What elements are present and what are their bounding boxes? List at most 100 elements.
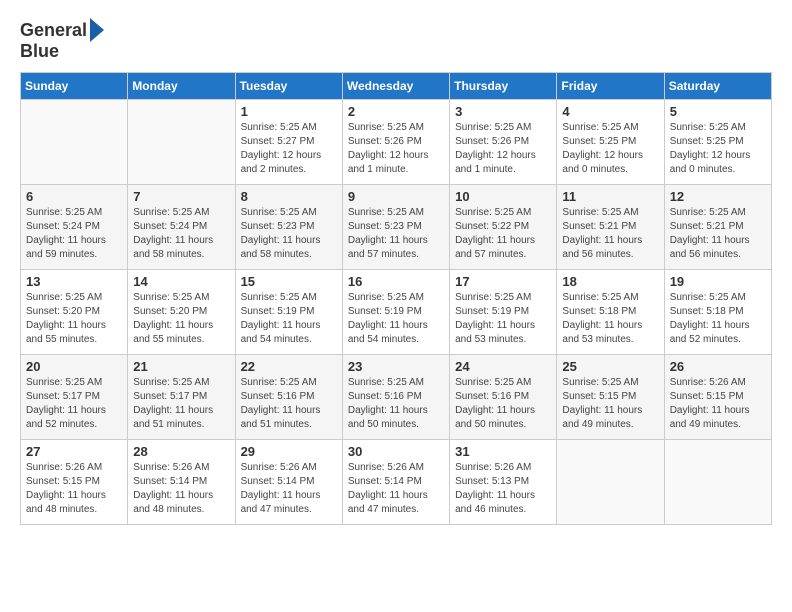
day-number: 23 bbox=[348, 359, 444, 374]
day-number: 12 bbox=[670, 189, 766, 204]
calendar-cell: 11 Sunrise: 5:25 AMSunset: 5:21 PMDayligh… bbox=[557, 184, 664, 269]
day-info: Sunrise: 5:25 AMSunset: 5:26 PMDaylight:… bbox=[348, 121, 444, 177]
logo-text-blue: Blue bbox=[20, 42, 104, 62]
day-info: Sunrise: 5:25 AMSunset: 5:19 PMDaylight:… bbox=[241, 291, 337, 347]
day-info: Sunrise: 5:25 AMSunset: 5:25 PMDaylight:… bbox=[670, 121, 766, 177]
calendar-cell: 9 Sunrise: 5:25 AMSunset: 5:23 PMDaylight… bbox=[342, 184, 449, 269]
calendar-cell bbox=[21, 99, 128, 184]
day-number: 9 bbox=[348, 189, 444, 204]
day-number: 4 bbox=[562, 104, 658, 119]
calendar-cell: 8 Sunrise: 5:25 AMSunset: 5:23 PMDaylight… bbox=[235, 184, 342, 269]
day-number: 6 bbox=[26, 189, 122, 204]
day-info: Sunrise: 5:25 AMSunset: 5:17 PMDaylight:… bbox=[133, 376, 229, 432]
day-number: 2 bbox=[348, 104, 444, 119]
day-number: 18 bbox=[562, 274, 658, 289]
day-info: Sunrise: 5:25 AMSunset: 5:24 PMDaylight:… bbox=[26, 206, 122, 262]
day-info: Sunrise: 5:26 AMSunset: 5:14 PMDaylight:… bbox=[133, 461, 229, 517]
logo: General Blue bbox=[20, 20, 104, 62]
day-number: 21 bbox=[133, 359, 229, 374]
day-info: Sunrise: 5:25 AMSunset: 5:19 PMDaylight:… bbox=[455, 291, 551, 347]
day-info: Sunrise: 5:25 AMSunset: 5:18 PMDaylight:… bbox=[562, 291, 658, 347]
day-number: 29 bbox=[241, 444, 337, 459]
calendar-cell: 7Sunrise: 5:25 AMSunset: 5:24 PMDaylight… bbox=[128, 184, 235, 269]
day-info: Sunrise: 5:26 AMSunset: 5:14 PMDaylight:… bbox=[348, 461, 444, 517]
day-number: 22 bbox=[241, 359, 337, 374]
day-info: Sunrise: 5:25 AMSunset: 5:19 PMDaylight:… bbox=[348, 291, 444, 347]
calendar-cell bbox=[128, 99, 235, 184]
header-wednesday: Wednesday bbox=[342, 72, 449, 99]
calendar-cell: 15Sunrise: 5:25 AMSunset: 5:19 PMDayligh… bbox=[235, 269, 342, 354]
day-number: 14 bbox=[133, 274, 229, 289]
calendar-cell: 12 Sunrise: 5:25 AMSunset: 5:21 PMDayligh… bbox=[664, 184, 771, 269]
header-tuesday: Tuesday bbox=[235, 72, 342, 99]
day-number: 25 bbox=[562, 359, 658, 374]
calendar-cell: 14 Sunrise: 5:25 AMSunset: 5:20 PMDayligh… bbox=[128, 269, 235, 354]
day-info: Sunrise: 5:26 AMSunset: 5:13 PMDaylight:… bbox=[455, 461, 551, 517]
day-number: 24 bbox=[455, 359, 551, 374]
calendar-cell: 20Sunrise: 5:25 AMSunset: 5:17 PMDayligh… bbox=[21, 354, 128, 439]
day-number: 8 bbox=[241, 189, 337, 204]
day-info: Sunrise: 5:25 AMSunset: 5:16 PMDaylight:… bbox=[455, 376, 551, 432]
day-number: 1 bbox=[241, 104, 337, 119]
header-monday: Monday bbox=[128, 72, 235, 99]
logo-arrow-icon bbox=[90, 18, 104, 42]
day-info: Sunrise: 5:25 AMSunset: 5:16 PMDaylight:… bbox=[348, 376, 444, 432]
calendar-cell: 30Sunrise: 5:26 AMSunset: 5:14 PMDayligh… bbox=[342, 439, 449, 524]
day-info: Sunrise: 5:25 AMSunset: 5:23 PMDaylight:… bbox=[348, 206, 444, 262]
day-number: 19 bbox=[670, 274, 766, 289]
day-info: Sunrise: 5:25 AMSunset: 5:23 PMDaylight:… bbox=[241, 206, 337, 262]
day-info: Sunrise: 5:25 AMSunset: 5:26 PMDaylight:… bbox=[455, 121, 551, 177]
header-friday: Friday bbox=[557, 72, 664, 99]
day-info: Sunrise: 5:26 AMSunset: 5:14 PMDaylight:… bbox=[241, 461, 337, 517]
day-number: 11 bbox=[562, 189, 658, 204]
day-number: 28 bbox=[133, 444, 229, 459]
day-info: Sunrise: 5:25 AMSunset: 5:20 PMDaylight:… bbox=[133, 291, 229, 347]
calendar-cell: 10Sunrise: 5:25 AMSunset: 5:22 PMDayligh… bbox=[450, 184, 557, 269]
day-info: Sunrise: 5:25 AMSunset: 5:18 PMDaylight:… bbox=[670, 291, 766, 347]
calendar-cell: 22 Sunrise: 5:25 AMSunset: 5:16 PMDayligh… bbox=[235, 354, 342, 439]
day-number: 3 bbox=[455, 104, 551, 119]
day-number: 7 bbox=[133, 189, 229, 204]
day-info: Sunrise: 5:25 AMSunset: 5:15 PMDaylight:… bbox=[562, 376, 658, 432]
day-info: Sunrise: 5:25 AMSunset: 5:21 PMDaylight:… bbox=[562, 206, 658, 262]
calendar-cell: 29 Sunrise: 5:26 AMSunset: 5:14 PMDayligh… bbox=[235, 439, 342, 524]
calendar-cell: 13 Sunrise: 5:25 AMSunset: 5:20 PMDayligh… bbox=[21, 269, 128, 354]
day-info: Sunrise: 5:25 AMSunset: 5:21 PMDaylight:… bbox=[670, 206, 766, 262]
calendar-cell: 23 Sunrise: 5:25 AMSunset: 5:16 PMDayligh… bbox=[342, 354, 449, 439]
calendar-week-row: 20 Sunrise: 5:25 AMSunset: 5:17 PMDayligh… bbox=[21, 354, 772, 439]
day-number: 13 bbox=[26, 274, 122, 289]
day-info: Sunrise: 5:26 AMSunset: 5:15 PMDaylight:… bbox=[26, 461, 122, 517]
calendar-table: SundayMondayTuesdayWednesdayThursdayFrid… bbox=[20, 72, 772, 525]
calendar-cell: 24 Sunrise: 5:25 AMSunset: 5:16 PMDayligh… bbox=[450, 354, 557, 439]
calendar-cell: 19 Sunrise: 5:25 AMSunset: 5:18 PMDayligh… bbox=[664, 269, 771, 354]
calendar-cell: 26Sunrise: 5:26 AMSunset: 5:15 PMDayligh… bbox=[664, 354, 771, 439]
header-sunday: Sunday bbox=[21, 72, 128, 99]
page-header: General Blue bbox=[20, 20, 772, 62]
calendar-cell: 17 Sunrise: 5:25 AMSunset: 5:19 PMDayligh… bbox=[450, 269, 557, 354]
calendar-cell: 21 Sunrise: 5:25 AMSunset: 5:17 PMDayligh… bbox=[128, 354, 235, 439]
calendar-header-row: SundayMondayTuesdayWednesdayThursdayFrid… bbox=[21, 72, 772, 99]
day-info: Sunrise: 5:25 AMSunset: 5:22 PMDaylight:… bbox=[455, 206, 551, 262]
day-number: 16 bbox=[348, 274, 444, 289]
calendar-week-row: 27Sunrise: 5:26 AMSunset: 5:15 PMDayligh… bbox=[21, 439, 772, 524]
day-info: Sunrise: 5:25 AMSunset: 5:25 PMDaylight:… bbox=[562, 121, 658, 177]
calendar-cell: 4 Sunrise: 5:25 AMSunset: 5:25 PMDaylight… bbox=[557, 99, 664, 184]
calendar-cell: 28 Sunrise: 5:26 AMSunset: 5:14 PMDayligh… bbox=[128, 439, 235, 524]
calendar-cell: 6 Sunrise: 5:25 AMSunset: 5:24 PMDaylight… bbox=[21, 184, 128, 269]
calendar-cell: 3 Sunrise: 5:25 AMSunset: 5:26 PMDaylight… bbox=[450, 99, 557, 184]
day-number: 17 bbox=[455, 274, 551, 289]
day-number: 5 bbox=[670, 104, 766, 119]
header-saturday: Saturday bbox=[664, 72, 771, 99]
day-info: Sunrise: 5:26 AMSunset: 5:15 PMDaylight:… bbox=[670, 376, 766, 432]
calendar-cell bbox=[664, 439, 771, 524]
day-number: 20 bbox=[26, 359, 122, 374]
day-info: Sunrise: 5:25 AMSunset: 5:27 PMDaylight:… bbox=[241, 121, 337, 177]
day-info: Sunrise: 5:25 AMSunset: 5:20 PMDaylight:… bbox=[26, 291, 122, 347]
calendar-cell bbox=[557, 439, 664, 524]
calendar-cell: 31Sunrise: 5:26 AMSunset: 5:13 PMDayligh… bbox=[450, 439, 557, 524]
calendar-week-row: 13 Sunrise: 5:25 AMSunset: 5:20 PMDayligh… bbox=[21, 269, 772, 354]
logo-text-general: General bbox=[20, 21, 87, 41]
calendar-week-row: 1 Sunrise: 5:25 AMSunset: 5:27 PMDaylight… bbox=[21, 99, 772, 184]
header-thursday: Thursday bbox=[450, 72, 557, 99]
day-info: Sunrise: 5:25 AMSunset: 5:16 PMDaylight:… bbox=[241, 376, 337, 432]
